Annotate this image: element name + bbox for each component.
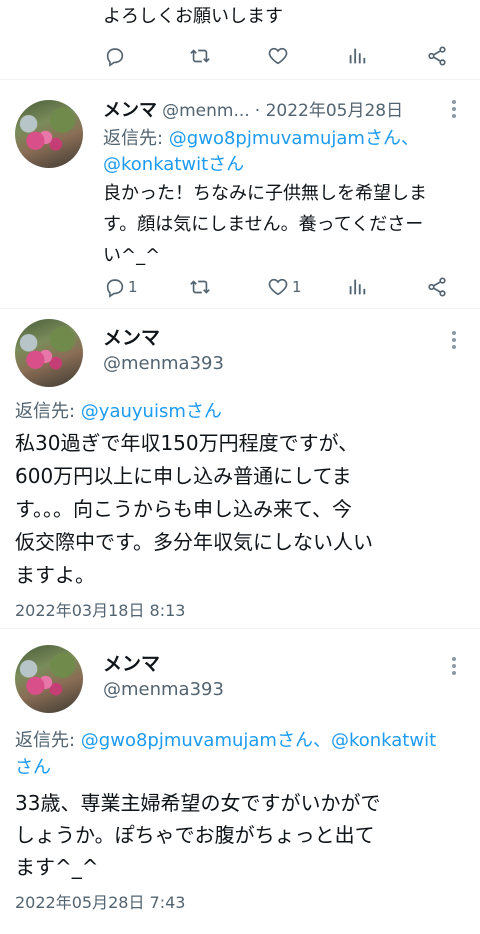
text-line: 600万円以上に申し込み普通にしてま (15, 464, 352, 488)
analytics-icon (349, 279, 366, 295)
mention-link[interactable]: @yauyuismさん (81, 401, 222, 422)
retweet-icon (190, 49, 210, 63)
user-handle[interactable]: @menma393 (103, 351, 224, 377)
mention-link[interactable]: @gwo8pjmuvamujamさん、 (169, 128, 419, 149)
retweet-icon (190, 280, 210, 294)
tweet-text: 良かった！ちなみに子供無しを希望しま す。顔は気にしません。養ってくださー い^… (103, 178, 427, 271)
tweet-header: メンマ @menma393 (103, 651, 224, 703)
text-line: 33歳、専業主婦希望の女ですがいかがで (15, 791, 381, 815)
text-line: 私30過ぎで年収150万円程度ですが、 (15, 431, 359, 455)
action-bar (104, 42, 454, 70)
mention-link-suffix[interactable]: さん (15, 757, 51, 778)
tweet-text: 33歳、専業主婦希望の女ですがいかがで しょうか。ぽちゃでお腹がちょっと出て ま… (15, 787, 380, 883)
reply-to-line: 返信先: @gwo8pjmuvamujamさん、@konkatwit さん (15, 727, 436, 781)
reply-to-label: 返信先: (15, 401, 81, 422)
tweet-detail: メンマ @menma393 返信先: @yauyuismさん 私30過ぎで年収1… (0, 309, 480, 627)
analytics-button[interactable] (346, 42, 368, 70)
mention-link[interactable]: @konkatwitさん (103, 154, 244, 175)
display-name[interactable]: メンマ (103, 100, 157, 121)
more-icon[interactable] (452, 100, 456, 121)
mention-link[interactable]: @gwo8pjmuvamujamさん、 (81, 730, 331, 751)
like-icon (268, 278, 288, 296)
tweet-text: 私30過ぎで年収150万円程度ですが、 600万円以上に申し込み普通にしてま す… (15, 427, 373, 592)
retweet-button[interactable] (188, 273, 212, 301)
text-line: ますよ。 (15, 563, 95, 587)
avatar[interactable] (15, 319, 83, 387)
text-line: 良かった！ちなみに子供無しを希望しま (103, 183, 427, 204)
reply-button[interactable]: 1 (104, 273, 138, 301)
analytics-icon (349, 48, 366, 64)
action-bar: 1 1 (104, 273, 454, 301)
share-button[interactable] (426, 42, 448, 70)
text-line: 仮交際中です。多分年収気にしない人い (15, 530, 373, 554)
reply-count: 1 (128, 278, 138, 296)
user-handle[interactable]: @menm... (162, 101, 250, 121)
reply-tweet[interactable]: メンマ @menm... · 2022年05月28日 返信先: @gwo8pjm… (0, 80, 480, 307)
text-line: ます^_^ (15, 855, 99, 879)
more-icon[interactable] (452, 331, 456, 352)
reply-to-label: 返信先: (103, 128, 169, 149)
top-tweet: よろしくお願いします (0, 0, 480, 78)
mention-link[interactable]: @konkatwit (331, 730, 436, 751)
tweet-header: メンマ @menma393 (103, 325, 224, 377)
text-line: す。顔は気にしません。養ってくださー (103, 214, 424, 235)
retweet-button[interactable] (188, 42, 212, 70)
display-name[interactable]: メンマ (103, 325, 224, 351)
analytics-button[interactable] (346, 273, 368, 301)
user-handle[interactable]: @menma393 (103, 677, 224, 703)
tweet-text: よろしくお願いします (103, 6, 283, 27)
share-icon (428, 277, 446, 297)
like-button[interactable]: 1 (266, 273, 302, 301)
avatar[interactable] (15, 645, 83, 713)
timestamp[interactable]: 2022年05月28日 7:43 (15, 889, 185, 913)
reply-to-line: 返信先: @yauyuismさん (15, 399, 222, 425)
timestamp[interactable]: 2022年03月18日 8:13 (15, 597, 185, 621)
text-line: す。。。向こうからも申し込み来て、今 (15, 497, 352, 521)
tweet-detail: メンマ @menma393 返信先: @gwo8pjmuvamujamさん、@k… (0, 629, 480, 934)
share-icon (428, 46, 446, 66)
tweet-date[interactable]: · 2022年05月28日 (255, 101, 403, 121)
avatar[interactable] (15, 100, 83, 168)
reply-to-label: 返信先: (15, 730, 81, 751)
reply-to-line: 返信先: @gwo8pjmuvamujamさん、 @konkatwitさん (103, 126, 419, 178)
like-icon (268, 47, 288, 65)
text-line: い^_^ (103, 245, 161, 266)
display-name[interactable]: メンマ (103, 651, 224, 677)
tweet-header: メンマ @menm... · 2022年05月28日 (103, 96, 403, 122)
reply-icon (106, 279, 124, 298)
share-button[interactable] (426, 273, 448, 301)
text-line: しょうか。ぽちゃでお腹がちょっと出て (15, 823, 375, 847)
reply-button[interactable] (104, 42, 126, 70)
like-count: 1 (292, 278, 302, 296)
like-button[interactable] (266, 42, 290, 70)
reply-icon (106, 48, 124, 67)
more-icon[interactable] (452, 657, 456, 678)
